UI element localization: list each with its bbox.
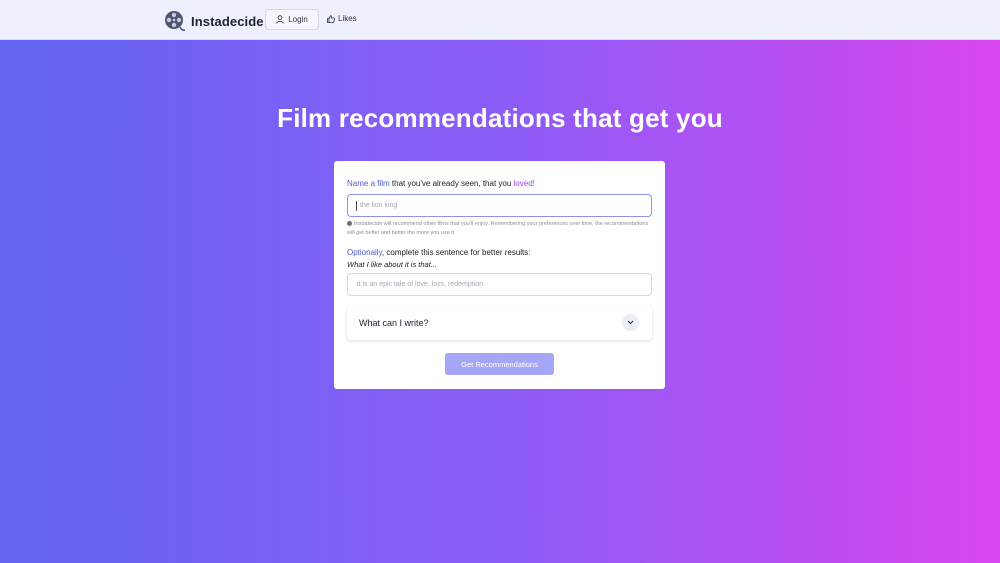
page-title: Film recommendations that get you [277, 103, 723, 133]
login-button[interactable]: Login [265, 9, 319, 30]
accordion-label: What can I write? [359, 318, 429, 328]
film-reel-icon [165, 11, 186, 31]
recommendation-form: Name a film that you've already seen, th… [334, 161, 665, 389]
user-icon [276, 15, 284, 24]
login-label: Login [288, 15, 308, 24]
film-question: Name a film that you've already seen, th… [347, 179, 535, 188]
hint-body: Instadecide will recommend other films t… [347, 221, 649, 236]
brand-name: Instadecide [191, 13, 264, 29]
what-can-i-write-accordion[interactable]: What can I write? [347, 306, 652, 340]
brand[interactable]: Instadecide [164, 10, 264, 32]
film-question-emphasis: loved! [513, 179, 535, 188]
top-navbar: Instadecide Login Likes [0, 0, 1000, 40]
optional-question: Optionally, complete this sentence for b… [347, 248, 531, 257]
chevron-down-icon[interactable] [622, 314, 639, 331]
like-reason-placeholder: it is an epic tale of love, loss, redemp… [357, 281, 484, 288]
film-question-text: that you've already seen, that you [389, 179, 514, 188]
info-dot-icon [347, 220, 352, 226]
likes-label: Likes [338, 14, 357, 23]
film-question-highlight: Name a film [347, 179, 390, 188]
thumbs-up-icon [327, 14, 335, 23]
get-recommendations-button[interactable]: Get Recommendations [445, 353, 554, 375]
like-reason-input[interactable]: it is an epic tale of love, loss, redemp… [347, 273, 652, 296]
optional-question-text: , complete this sentence for better resu… [381, 248, 531, 257]
film-input-placeholder: the lion king [360, 202, 398, 209]
optional-question-highlight: Optionally [347, 248, 382, 257]
hint-text: Instadecide will recommend other films t… [347, 220, 653, 238]
film-input[interactable]: the lion king [347, 194, 652, 217]
optional-question-prompt: What I like about it is that... [347, 260, 438, 269]
likes-link[interactable]: Likes [327, 14, 357, 23]
